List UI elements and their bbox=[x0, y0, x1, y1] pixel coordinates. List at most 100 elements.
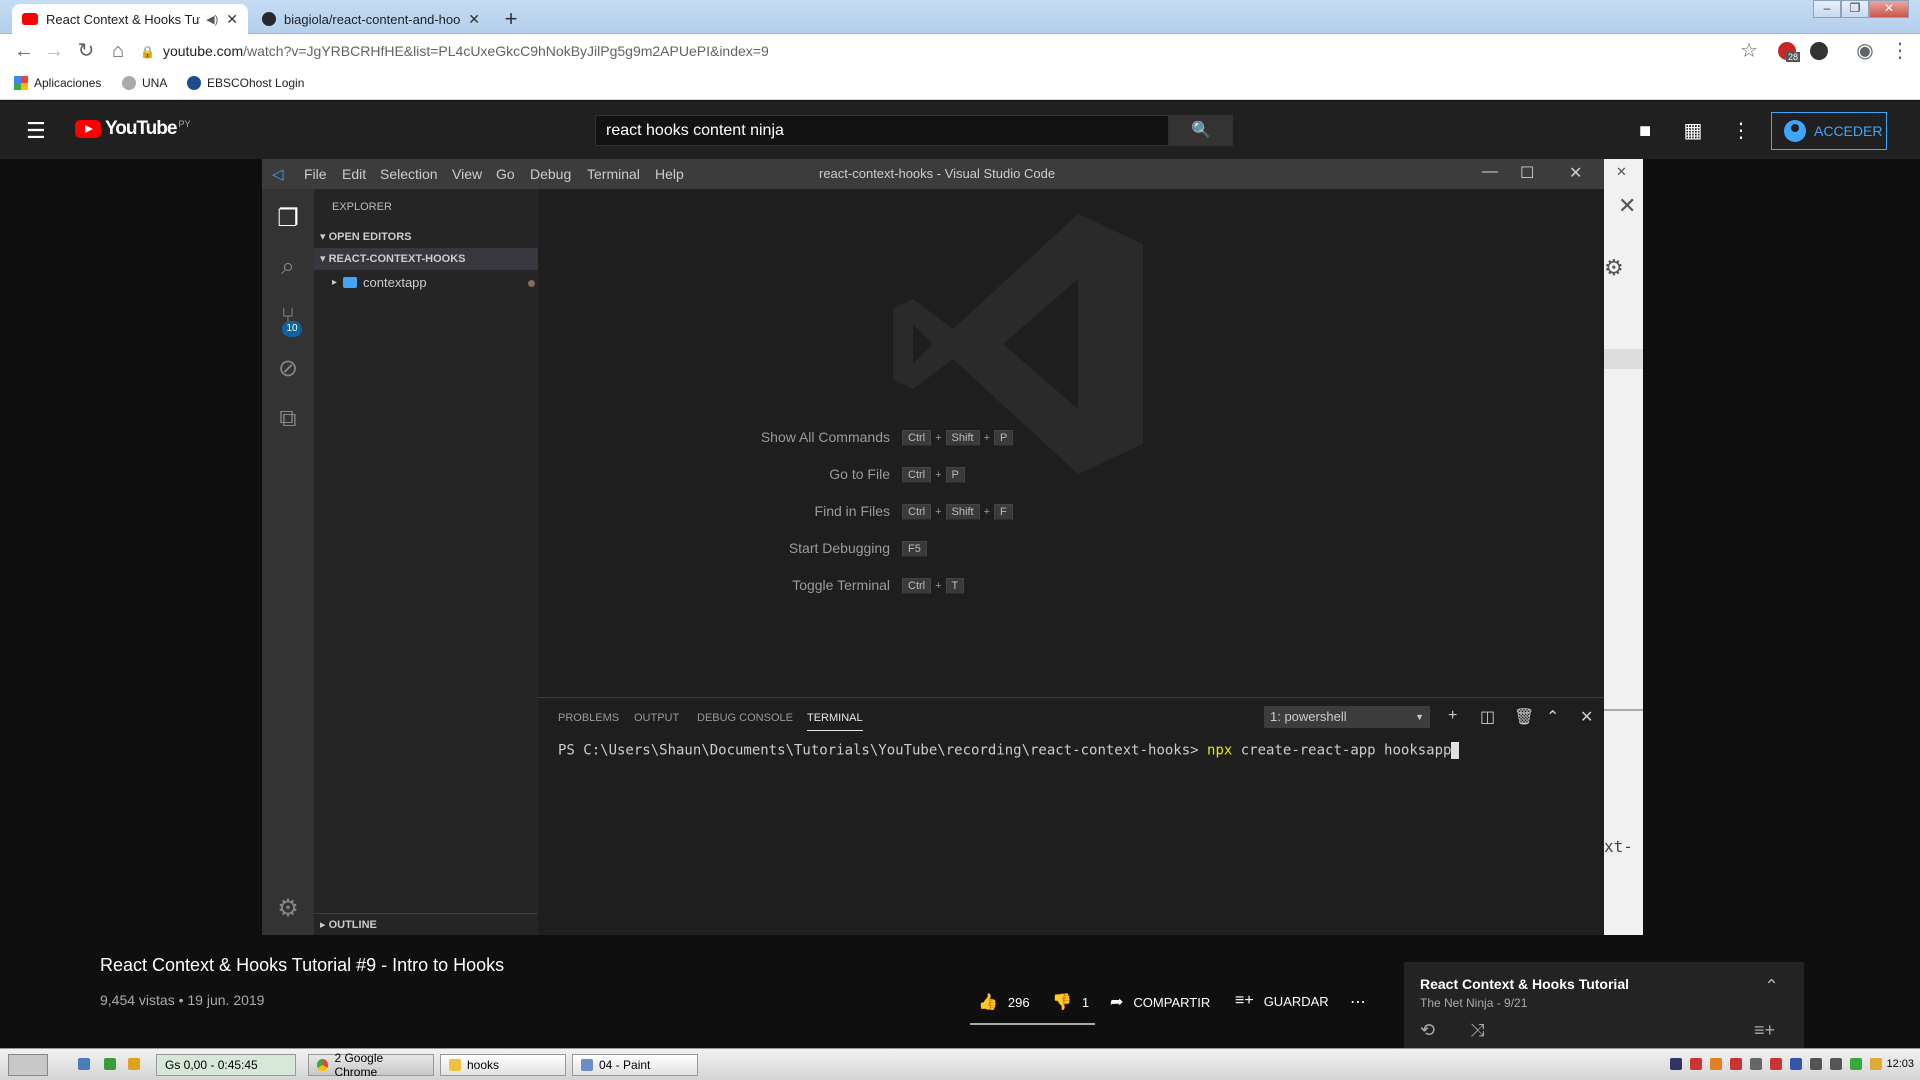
minimize-button[interactable]: – bbox=[1813, 0, 1841, 18]
bookmark-star-icon[interactable]: ☆ bbox=[1737, 39, 1761, 63]
close-icon[interactable]: ✕ bbox=[1618, 193, 1636, 219]
hamburger-menu-icon[interactable]: ☰ bbox=[26, 118, 46, 144]
back-icon[interactable]: ← bbox=[12, 39, 36, 63]
tray-icon[interactable] bbox=[1790, 1058, 1802, 1070]
incognito-extension-icon[interactable] bbox=[1810, 42, 1828, 60]
tray-icon[interactable] bbox=[1670, 1058, 1682, 1070]
dislike-count: 1 bbox=[1081, 994, 1090, 1010]
chevron-right-icon: ▸ bbox=[320, 919, 329, 931]
taskbar-hooks[interactable]: hooks bbox=[440, 1054, 566, 1076]
extension-icon[interactable]: 28 bbox=[1778, 42, 1801, 62]
address-bar[interactable]: 🔒 youtube.com/watch?v=JgYRBCRHfHE&list=PL… bbox=[140, 38, 1760, 64]
search-icon[interactable]: ⌕ bbox=[272, 251, 304, 283]
chrome-menu-icon[interactable]: ⋮ bbox=[1888, 39, 1912, 63]
chevron-up-icon[interactable]: ⌃ bbox=[1764, 976, 1779, 997]
menu-selection[interactable]: Selection bbox=[380, 166, 438, 182]
maximize-icon[interactable]: ☐ bbox=[1520, 163, 1534, 183]
menu-edit[interactable]: Edit bbox=[342, 166, 366, 182]
tab-debug-console[interactable]: DEBUG CONSOLE bbox=[697, 712, 793, 724]
forward-icon[interactable]: → bbox=[42, 39, 66, 63]
folder-item[interactable]: ▸ contextapp bbox=[332, 275, 535, 290]
desktop-icon[interactable] bbox=[78, 1058, 90, 1070]
gs-widget[interactable]: Gs 0,00 - 0:45:45 bbox=[156, 1054, 296, 1076]
warning-icon[interactable] bbox=[1770, 1058, 1782, 1070]
playlist-add-icon[interactable]: ≡+ bbox=[1754, 1020, 1775, 1041]
close-icon[interactable]: ✕ bbox=[1580, 707, 1593, 727]
video-meta: 9,454 vistas • 19 jun. 2019 bbox=[100, 992, 265, 1008]
youtube-favicon-icon bbox=[22, 13, 38, 25]
url-path: /watch?v=JgYRBCRHfHE&list=PL4cUxeGkcC9hN… bbox=[243, 43, 769, 59]
project-section[interactable]: ▾ REACT-CONTEXT-HOOKS bbox=[314, 248, 538, 270]
trash-icon[interactable]: 🗑 bbox=[1514, 707, 1534, 727]
home-icon[interactable]: ⌂ bbox=[106, 39, 130, 63]
taskbar-paint[interactable]: 04 - Paint bbox=[572, 1054, 698, 1076]
share-button[interactable]: ➦ COMPARTIR bbox=[1110, 992, 1210, 1012]
more-actions-button[interactable]: ⋯ bbox=[1350, 992, 1376, 1012]
extensions-icon[interactable]: ⧉ bbox=[272, 403, 304, 435]
taskbar-label: 04 - Paint bbox=[599, 1058, 651, 1072]
chevron-up-icon[interactable]: ⌃ bbox=[1546, 707, 1559, 727]
save-button[interactable]: ≡+ GUARDAR bbox=[1235, 992, 1329, 1010]
open-editors-section[interactable]: ▾ OPEN EDITORS bbox=[314, 226, 538, 248]
tab-youtube[interactable]: React Context & Hooks Tuto ◀) ✕ bbox=[12, 4, 248, 34]
debug-icon[interactable]: ⊘ bbox=[272, 353, 304, 385]
explorer-files-icon[interactable]: ❐ bbox=[272, 203, 304, 235]
menu-terminal[interactable]: Terminal bbox=[587, 166, 640, 182]
search-input[interactable]: react hooks content ninja bbox=[595, 115, 1169, 146]
bookmark-ebsco[interactable]: EBSCOhost Login bbox=[187, 76, 304, 90]
loop-icon[interactable]: ⟲ bbox=[1420, 1020, 1435, 1041]
tray-icon[interactable] bbox=[1730, 1058, 1742, 1070]
tray-icon[interactable] bbox=[1710, 1058, 1722, 1070]
gear-icon[interactable]: ⚙ bbox=[272, 893, 304, 925]
close-icon[interactable]: ✕ bbox=[468, 11, 480, 28]
tab-output[interactable]: OUTPUT bbox=[634, 712, 679, 724]
quicklaunch-icon[interactable] bbox=[104, 1058, 116, 1070]
profile-icon[interactable]: ◉ bbox=[1853, 39, 1877, 63]
tray-icon[interactable] bbox=[1750, 1058, 1762, 1070]
close-window-button[interactable]: ✕ bbox=[1869, 0, 1909, 18]
flag-icon[interactable] bbox=[128, 1058, 140, 1070]
outline-section[interactable]: ▸ OUTLINE bbox=[314, 913, 538, 935]
scm-badge: 10 bbox=[282, 321, 302, 337]
start-button[interactable] bbox=[8, 1054, 48, 1076]
close-icon[interactable]: ✕ bbox=[1616, 164, 1627, 180]
plus-icon[interactable]: + bbox=[1448, 707, 1457, 725]
reload-icon[interactable]: ↻ bbox=[74, 39, 98, 63]
network-icon[interactable] bbox=[1810, 1058, 1822, 1070]
close-icon[interactable]: ✕ bbox=[226, 11, 238, 28]
dislike-button[interactable]: 👎 1 bbox=[1052, 992, 1089, 1012]
close-icon[interactable]: ✕ bbox=[1569, 163, 1582, 183]
bookmark-apps[interactable]: Aplicaciones bbox=[14, 76, 101, 90]
shell-select[interactable]: 1: powershell ▼ bbox=[1264, 706, 1430, 728]
volume-icon[interactable] bbox=[1830, 1058, 1842, 1070]
bookmark-una[interactable]: UNA bbox=[122, 76, 167, 90]
lock-icon: 🔒 bbox=[140, 45, 155, 59]
new-tab-button[interactable]: + bbox=[497, 6, 525, 34]
create-video-icon[interactable]: ■ bbox=[1633, 119, 1657, 143]
sign-in-button[interactable]: ACCEDER bbox=[1771, 112, 1887, 150]
audio-icon[interactable]: ◀) bbox=[206, 13, 218, 26]
tray-icon[interactable] bbox=[1690, 1058, 1702, 1070]
taskbar-chrome[interactable]: 2 Google Chrome bbox=[308, 1051, 434, 1079]
split-terminal-icon[interactable]: ◫ bbox=[1480, 707, 1495, 727]
menu-debug[interactable]: Debug bbox=[530, 166, 571, 182]
tab-problems[interactable]: PROBLEMS bbox=[558, 712, 619, 724]
youtube-logo[interactable]: YouTube PY bbox=[75, 118, 190, 140]
tab-github[interactable]: biagiola/react-content-and-hook ✕ bbox=[252, 4, 490, 34]
tray-icon[interactable] bbox=[1850, 1058, 1862, 1070]
minimize-icon[interactable]: — bbox=[1482, 163, 1498, 181]
apps-grid-icon[interactable]: ▦ bbox=[1681, 119, 1705, 143]
menu-view[interactable]: View bbox=[452, 166, 482, 182]
menu-help[interactable]: Help bbox=[655, 166, 684, 182]
shield-icon[interactable] bbox=[1870, 1058, 1882, 1070]
menu-file[interactable]: File bbox=[304, 166, 327, 182]
shuffle-icon[interactable]: ⤨ bbox=[1470, 1020, 1484, 1041]
tab-terminal[interactable]: TERMINAL bbox=[807, 712, 863, 731]
gear-icon[interactable]: ⚙ bbox=[1604, 255, 1624, 281]
menu-go[interactable]: Go bbox=[496, 166, 515, 182]
more-vert-icon[interactable]: ⋮ bbox=[1729, 119, 1753, 143]
search-button[interactable]: 🔍 bbox=[1169, 115, 1233, 146]
maximize-button[interactable]: ❐ bbox=[1841, 0, 1869, 18]
like-button[interactable]: 👍 296 bbox=[978, 992, 1030, 1012]
terminal-output[interactable]: PS C:\Users\Shaun\Documents\Tutorials\Yo… bbox=[558, 742, 1460, 759]
